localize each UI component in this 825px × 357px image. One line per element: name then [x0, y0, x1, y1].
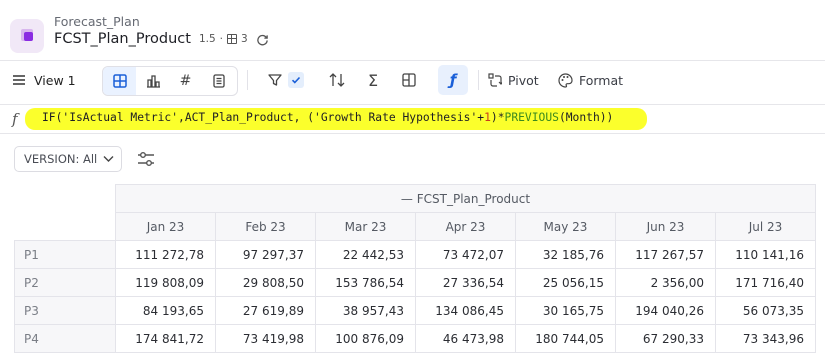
chart-view-button[interactable] [136, 67, 169, 95]
format-button[interactable]: Format [558, 70, 623, 90]
sync-icon[interactable] [256, 33, 269, 46]
views-count: 3 [240, 33, 248, 45]
panel-icon [402, 73, 416, 87]
month-header[interactable]: Mar 23 [315, 212, 416, 241]
function-icon: ƒ [449, 71, 457, 89]
data-cell[interactable]: 111 272,78 [115, 240, 216, 269]
month-header[interactable]: Jul 23 [715, 212, 816, 241]
month-header[interactable]: Feb 23 [215, 212, 316, 241]
data-cell[interactable]: 97 297,37 [215, 240, 316, 269]
table-row: P1 111 272,78 97 297,37 22 442,53 73 472,07 3… [14, 240, 816, 269]
format-label: Format [579, 72, 624, 88]
data-cell[interactable]: 27 336,54 [415, 268, 516, 297]
data-cell[interactable]: 171 716,40 [715, 268, 816, 297]
row-header[interactable]: P1 [14, 240, 116, 269]
sigma-icon: Σ [367, 70, 379, 90]
form-view-button[interactable] [202, 67, 235, 95]
version-filter-label: VERSION: All [24, 152, 98, 166]
row-header[interactable]: P3 [14, 296, 116, 325]
data-cell[interactable]: 2 356,00 [615, 268, 716, 297]
data-cell[interactable]: 73 343,96 [715, 324, 816, 353]
hash-icon: # [179, 73, 192, 89]
data-cell[interactable]: 25 056,15 [515, 268, 616, 297]
month-header[interactable]: Jun 23 [615, 212, 716, 241]
formula-button[interactable]: ƒ [438, 65, 468, 95]
data-cell[interactable]: 100 876,09 [315, 324, 416, 353]
function-icon: f [12, 110, 18, 128]
version-number: 1.5 [198, 33, 216, 45]
data-cell[interactable]: 153 786,54 [315, 268, 416, 297]
data-cell[interactable]: 38 957,43 [315, 296, 416, 325]
form-icon [212, 74, 225, 88]
palette-icon [558, 72, 573, 88]
version-filter[interactable]: VERSION: All [14, 146, 122, 172]
month-header[interactable]: May 23 [515, 212, 616, 241]
data-cell[interactable]: 119 808,09 [115, 268, 216, 297]
data-cell[interactable]: 56 073,35 [715, 296, 816, 325]
data-cell[interactable]: 46 473,98 [415, 324, 516, 353]
data-cell[interactable]: 194 040,26 [615, 296, 716, 325]
data-cell[interactable]: 73 419,98 [215, 324, 316, 353]
row-header[interactable]: P2 [14, 268, 116, 297]
chevron-down-icon [103, 156, 114, 162]
sliders-icon[interactable] [137, 151, 155, 167]
data-cell[interactable]: 84 193,65 [115, 296, 216, 325]
data-cell[interactable]: 27 619,89 [215, 296, 316, 325]
page-title[interactable]: FCST_Plan_Product [54, 31, 191, 47]
breadcrumb[interactable]: Forecast_Plan [54, 14, 140, 29]
data-grid: — FCST_Plan_Product Jan 23 Feb 23 Mar 23 Ap… [14, 184, 816, 353]
grid-icon [226, 34, 237, 44]
column-group-header[interactable]: — FCST_Plan_Product [115, 184, 816, 213]
sort-icon [329, 73, 345, 87]
data-cell[interactable]: 67 290,33 [615, 324, 716, 353]
sort-button[interactable] [326, 70, 348, 90]
data-cell[interactable]: 30 165,75 [515, 296, 616, 325]
summary-button[interactable]: Σ [362, 70, 384, 90]
table-row: P2 119 808,09 29 808,50 153 786,54 27 336,54… [14, 268, 816, 297]
data-cell[interactable]: 110 141,16 [715, 240, 816, 269]
kpi-view-button[interactable]: # [169, 67, 202, 95]
table-row: P3 84 193,65 27 619,89 38 957,43 134 086,45 3… [14, 296, 816, 325]
metric-meta: 1.5 · 3 [198, 33, 248, 45]
data-cell[interactable]: 22 442,53 [315, 240, 416, 269]
filter-button[interactable] [262, 66, 310, 94]
data-cell[interactable]: 29 808,50 [215, 268, 316, 297]
pivot-label: Pivot [508, 72, 539, 88]
month-header[interactable]: Apr 23 [415, 212, 516, 241]
data-cell[interactable]: 117 267,57 [615, 240, 716, 269]
table-row: P4 174 841,72 73 419,98 100 876,09 46 473,98… [14, 324, 816, 353]
grid-view-button[interactable] [103, 67, 136, 95]
app-icon [10, 19, 44, 53]
pivot-button[interactable]: Pivot [488, 70, 539, 90]
data-cell[interactable]: 180 744,05 [515, 324, 616, 353]
toolbar: View 1 # Σ ƒ Pivot Format [0, 64, 825, 96]
row-header[interactable]: P4 [14, 324, 116, 353]
month-header[interactable]: Jan 23 [115, 212, 216, 241]
check-icon [288, 72, 304, 88]
bar-chart-icon [146, 75, 160, 88]
table-icon [112, 74, 127, 88]
view-label: View 1 [34, 72, 76, 88]
view-type-switcher: # [102, 66, 238, 96]
data-cell[interactable]: 32 185,76 [515, 240, 616, 269]
pivot-icon [488, 73, 502, 87]
data-cell[interactable]: 134 086,45 [415, 296, 516, 325]
view-selector[interactable]: View 1 [12, 70, 76, 90]
filter-icon [268, 74, 282, 86]
data-cell[interactable]: 73 472,07 [415, 240, 516, 269]
panel-button[interactable] [398, 70, 420, 90]
data-cell[interactable]: 174 841,72 [115, 324, 216, 353]
menu-icon [13, 75, 25, 85]
formula-text[interactable]: IF('IsActual Metric',ACT_Plan_Product, (… [42, 111, 613, 124]
formula-bar[interactable]: f IF('IsActual Metric',ACT_Plan_Product,… [0, 104, 825, 134]
